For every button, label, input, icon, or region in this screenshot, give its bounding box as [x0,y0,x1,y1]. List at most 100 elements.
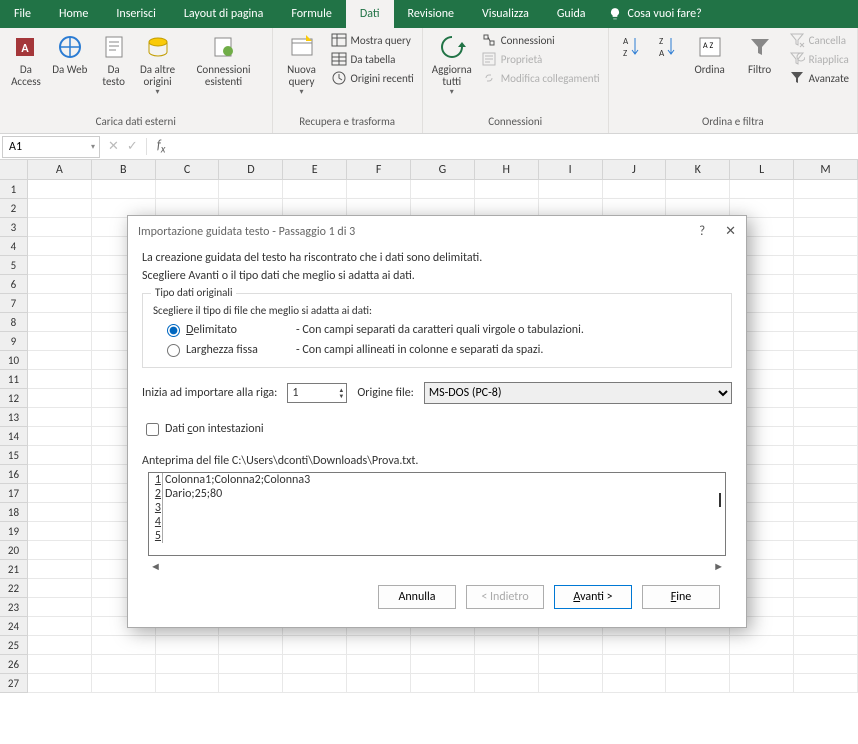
name-box[interactable]: A1▾ [2,136,100,158]
col-header[interactable]: K [666,160,730,179]
cell[interactable] [28,237,92,256]
cell[interactable] [411,636,475,655]
radio-fixed[interactable] [167,344,180,357]
btn-refresh-all[interactable]: Aggiorna tutti▾ [431,32,473,97]
cell[interactable] [28,655,92,674]
cell[interactable] [794,218,858,237]
btn-filter[interactable]: Filtro [739,32,781,76]
cell[interactable] [666,655,730,674]
scroll-left-icon[interactable]: ◄ [150,560,161,573]
cell[interactable] [28,598,92,617]
tab-guida[interactable]: Guida [543,0,600,28]
row-header[interactable]: 25 [0,636,28,655]
cell[interactable] [283,636,347,655]
cell[interactable] [92,674,156,693]
col-header[interactable]: I [539,160,603,179]
cell[interactable] [283,180,347,199]
select-all-corner[interactable] [0,160,28,179]
cell[interactable] [28,465,92,484]
cell[interactable] [794,275,858,294]
cell[interactable] [794,370,858,389]
row-header[interactable]: 12 [0,389,28,408]
cell[interactable] [794,427,858,446]
cell[interactable] [28,484,92,503]
tab-dati[interactable]: Dati [346,0,394,28]
cell[interactable] [28,408,92,427]
cell[interactable] [28,313,92,332]
cell[interactable] [794,541,858,560]
cell[interactable] [730,636,794,655]
btn-advanced[interactable]: Avanzate [789,70,849,86]
cell[interactable] [28,199,92,218]
cell[interactable] [794,332,858,351]
tab-home[interactable]: Home [45,0,102,28]
row-header[interactable]: 6 [0,275,28,294]
help-button[interactable]: ? [699,224,705,239]
cell[interactable] [347,180,411,199]
cell[interactable] [794,199,858,218]
cell[interactable] [92,655,156,674]
cell[interactable] [603,655,667,674]
cell[interactable] [794,560,858,579]
row-header[interactable]: 17 [0,484,28,503]
finish-button[interactable]: Fine [642,585,720,609]
btn-other-sources[interactable]: Da altre origini▾ [140,32,176,97]
cell[interactable] [603,674,667,693]
cell[interactable] [219,636,283,655]
cell[interactable] [794,389,858,408]
row-header[interactable]: 5 [0,256,28,275]
cell[interactable] [794,579,858,598]
cell[interactable] [411,674,475,693]
col-header[interactable]: J [603,160,667,179]
tab-inserisci[interactable]: Inserisci [102,0,169,28]
cell[interactable] [794,636,858,655]
cell[interactable] [28,674,92,693]
row-header[interactable]: 2 [0,199,28,218]
cell[interactable] [156,180,220,199]
cell[interactable] [730,180,794,199]
row-header[interactable]: 3 [0,218,28,237]
cell[interactable] [283,655,347,674]
headers-checkbox[interactable] [146,423,159,436]
col-header[interactable]: F [347,160,411,179]
cell[interactable] [219,655,283,674]
row-header[interactable]: 20 [0,541,28,560]
row-header[interactable]: 27 [0,674,28,693]
row-header[interactable]: 24 [0,617,28,636]
cell[interactable] [28,503,92,522]
btn-from-web[interactable]: Da Web [52,32,88,76]
col-header[interactable]: H [475,160,539,179]
cell[interactable] [28,636,92,655]
cell[interactable] [347,674,411,693]
cell[interactable] [411,655,475,674]
col-header[interactable]: B [92,160,156,179]
cell[interactable] [794,598,858,617]
cell[interactable] [475,180,539,199]
cell[interactable] [730,655,794,674]
row-header[interactable]: 4 [0,237,28,256]
cell[interactable] [28,541,92,560]
row-header[interactable]: 13 [0,408,28,427]
btn-connections[interactable]: Connessioni [481,32,600,48]
cell[interactable] [283,674,347,693]
row-header[interactable]: 21 [0,560,28,579]
cell[interactable] [794,617,858,636]
cell[interactable] [539,674,603,693]
btn-sort-asc[interactable]: AZ [617,32,645,64]
row-header[interactable]: 22 [0,579,28,598]
cell[interactable] [794,408,858,427]
cell[interactable] [28,351,92,370]
cell[interactable] [794,237,858,256]
cell[interactable] [730,674,794,693]
row-header[interactable]: 19 [0,522,28,541]
cell[interactable] [475,636,539,655]
cell[interactable] [28,294,92,313]
row-header[interactable]: 16 [0,465,28,484]
cell[interactable] [28,446,92,465]
cell[interactable] [92,636,156,655]
cell[interactable] [28,370,92,389]
tab-revisione[interactable]: Revisione [394,0,468,28]
col-header[interactable]: C [156,160,220,179]
cell[interactable] [539,180,603,199]
row-header[interactable]: 8 [0,313,28,332]
